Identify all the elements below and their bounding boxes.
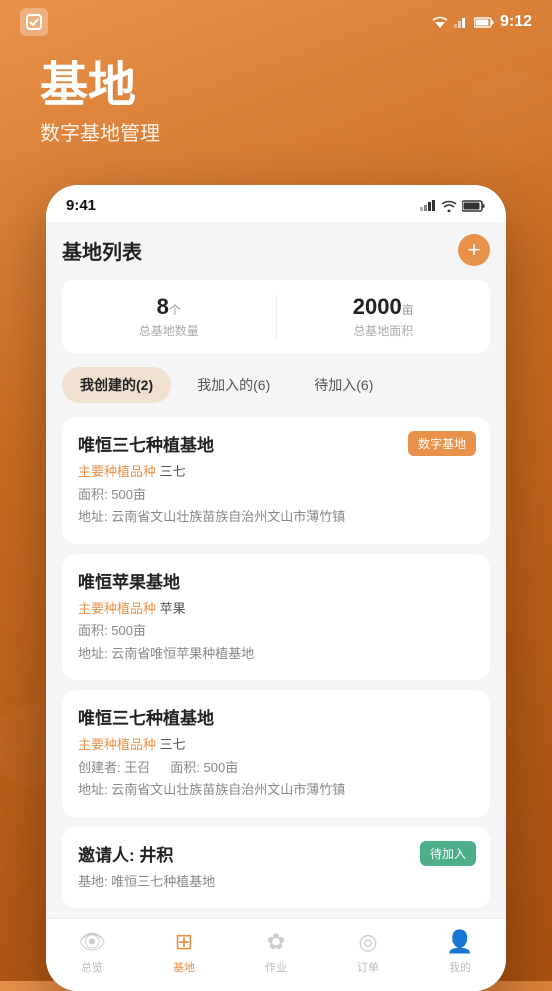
nav-item-order[interactable]: ◎ 订单	[322, 929, 414, 975]
nav-base-label: 基地	[173, 959, 195, 975]
list-title: 基地列表	[62, 236, 142, 265]
base-card-3-row-2: 创建者: 王召 面积: 500亩	[78, 758, 474, 778]
base-card-2-row-2: 面积: 500亩	[78, 621, 474, 641]
nav-item-work[interactable]: ✿ 作业	[230, 929, 322, 975]
base-card-2-row-1: 主要种植品种 苹果	[78, 599, 474, 619]
nav-item-overview[interactable]: 👁 总览	[46, 929, 138, 975]
inner-signal-icon	[420, 200, 436, 211]
nav-base-icon: ⊞	[175, 929, 193, 955]
stats-row: 8个 总基地数量 2000亩 总基地面积	[62, 280, 490, 353]
nav-profile-label: 我的	[449, 959, 471, 975]
base-card-1-row-3: 地址: 云南省文山壮族苗族自治州文山市薄竹镇	[78, 507, 474, 527]
base-card-1-row-2: 面积: 500亩	[78, 485, 474, 505]
bottom-nav: 👁 总览 ⊞ 基地 ✿ 作业 ◎ 订单 👤 我的	[46, 918, 506, 991]
stat-total-count: 8个 总基地数量	[62, 294, 276, 339]
stat-area-value: 2000亩	[277, 294, 491, 320]
base-card-3[interactable]: 唯恒三七种植基地 主要种植品种 三七 创建者: 王召 面积: 500亩 地址: …	[62, 690, 490, 817]
wifi-icon	[432, 16, 448, 28]
inner-time: 9:41	[66, 197, 96, 214]
base-card-3-title: 唯恒三七种植基地	[78, 704, 474, 729]
inner-wifi-icon	[441, 200, 457, 212]
base-card-1-row-1: 主要种植品种 三七	[78, 462, 474, 482]
base-card-4[interactable]: 邀请人: 井积 待加入 基地: 唯恒三七种植基地	[62, 827, 490, 909]
base-card-1[interactable]: 唯恒三七种植基地 数字基地 主要种植品种 三七 面积: 500亩 地址: 云南省…	[62, 417, 490, 544]
join-badge[interactable]: 待加入	[420, 841, 476, 866]
phone-card: 9:41 基地列表 +	[46, 185, 506, 991]
inner-battery-icon	[462, 200, 486, 212]
nav-item-base[interactable]: ⊞ 基地	[138, 929, 230, 975]
header-area: 基地 数字基地管理	[0, 40, 552, 156]
add-button[interactable]: +	[458, 234, 490, 266]
base-card-4-row-1: 基地: 唯恒三七种植基地	[78, 872, 474, 892]
header-title: 基地	[40, 60, 512, 113]
stat-area-label: 总基地面积	[277, 322, 491, 339]
digital-badge-1: 数字基地	[408, 431, 476, 456]
nav-work-label: 作业	[265, 959, 287, 975]
stat-total-area: 2000亩 总基地面积	[276, 294, 491, 339]
base-card-3-row-3: 地址: 云南省文山壮族苗族自治州文山市薄竹镇	[78, 780, 474, 800]
base-card-2-title: 唯恒苹果基地	[78, 568, 474, 593]
nav-overview-icon: 👁	[78, 929, 106, 955]
tabs-row: 我创建的(2) 我加入的(6) 待加入(6)	[62, 367, 490, 403]
nav-order-label: 订单	[357, 959, 379, 975]
tab-created[interactable]: 我创建的(2)	[62, 367, 171, 403]
stat-count-value: 8个	[62, 294, 276, 320]
base-card-2[interactable]: 唯恒苹果基地 主要种植品种 苹果 面积: 500亩 地址: 云南省唯恒苹果种植基…	[62, 554, 490, 681]
nav-work-icon: ✿	[267, 929, 285, 955]
status-bar: 9:12	[0, 0, 552, 40]
signal-icon	[454, 16, 468, 28]
status-time: 9:12	[500, 13, 532, 31]
main-content: 基地列表 + 8个 总基地数量 2000亩 总基地面积 我创建的(2) 我加入的…	[46, 222, 506, 908]
nav-profile-icon: 👤	[446, 929, 473, 955]
tab-joined[interactable]: 我加入的(6)	[179, 367, 288, 403]
nav-order-icon: ◎	[358, 929, 377, 955]
base-card-4-title: 邀请人: 井积	[78, 841, 474, 866]
header-subtitle: 数字基地管理	[40, 117, 512, 146]
inner-status-icons	[420, 200, 486, 212]
app-icon	[20, 8, 48, 36]
nav-overview-label: 总览	[81, 959, 103, 975]
status-bar-right: 9:12	[432, 13, 532, 31]
tab-pending[interactable]: 待加入(6)	[296, 367, 391, 403]
stat-count-label: 总基地数量	[62, 322, 276, 339]
list-header: 基地列表 +	[62, 234, 490, 266]
base-card-2-row-3: 地址: 云南省唯恒苹果种植基地	[78, 644, 474, 664]
battery-icon	[474, 17, 494, 28]
nav-item-profile[interactable]: 👤 我的	[414, 929, 506, 975]
inner-status-bar: 9:41	[46, 185, 506, 222]
base-card-3-row-1: 主要种植品种 三七	[78, 735, 474, 755]
